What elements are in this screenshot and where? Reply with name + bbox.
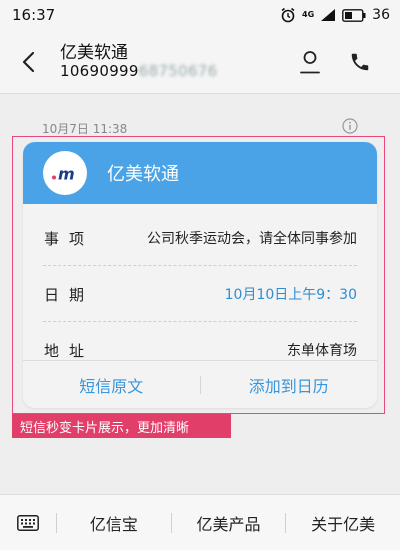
- row-label: 日期: [44, 286, 95, 304]
- keyboard-button[interactable]: [0, 495, 56, 550]
- add-to-calendar-button[interactable]: 添加到日历: [201, 373, 378, 397]
- keyboard-icon: [17, 514, 39, 531]
- contact-number: 1069099968750676: [60, 62, 218, 80]
- row-divider: [43, 265, 357, 266]
- brand-logo: m: [43, 151, 87, 195]
- contact-button[interactable]: [296, 48, 324, 76]
- row-label: 事项: [44, 230, 95, 248]
- call-button[interactable]: [346, 48, 374, 76]
- status-icons: 4G 36: [280, 7, 390, 23]
- menu-item-about[interactable]: 关于亿美: [286, 511, 400, 535]
- alarm-icon: [280, 7, 296, 23]
- contact-name: 亿美软通: [60, 43, 128, 63]
- promo-badge: 短信秒变卡片展示，更加清晰: [12, 414, 231, 438]
- menu-item-products[interactable]: 亿美产品: [172, 511, 286, 535]
- battery-icon: [342, 8, 366, 22]
- view-original-button[interactable]: 短信原文: [23, 373, 200, 397]
- card-header: m 亿美软通: [23, 142, 377, 204]
- menu-item-yixinbao[interactable]: 亿信宝: [57, 511, 171, 535]
- card-row-item: 事项 公司秋季运动会，请全体同事参加: [23, 216, 377, 266]
- message-card: m 亿美软通 事项 公司秋季运动会，请全体同事参加 日期 10月10日上午9：3…: [23, 142, 377, 408]
- signal-icon: [320, 8, 336, 22]
- battery-level: 36: [372, 7, 390, 23]
- status-bar: 16:37 4G 36: [0, 0, 400, 30]
- card-title: 亿美软通: [107, 164, 179, 185]
- row-divider: [43, 321, 357, 322]
- card-row-date: 日期 10月10日上午9：30: [23, 272, 377, 322]
- svg-text:m: m: [58, 165, 75, 181]
- date-link[interactable]: 10月10日上午9：30: [225, 284, 357, 304]
- bottom-menu-bar: 亿信宝 亿美产品 关于亿美: [0, 494, 400, 550]
- contact-number-blurred: 68750676: [138, 62, 218, 80]
- phone-icon: [351, 53, 369, 71]
- status-time: 16:37: [12, 6, 56, 24]
- back-button[interactable]: [14, 48, 42, 76]
- chevron-left-icon: [22, 51, 35, 73]
- info-icon[interactable]: [342, 118, 358, 134]
- row-value: 东单体育场: [287, 343, 357, 359]
- person-icon: [300, 51, 320, 74]
- card-actions: 短信原文 添加到日历: [23, 360, 377, 408]
- network-type: 4G: [302, 10, 315, 19]
- message-timestamp: 10月7日 11:38: [42, 122, 128, 136]
- conversation-header: 亿美软通 1069099968750676: [0, 30, 400, 94]
- row-value: 公司秋季运动会，请全体同事参加: [147, 231, 357, 247]
- card-body: 事项 公司秋季运动会，请全体同事参加 日期 10月10日上午9：30 地址 东单…: [23, 216, 377, 372]
- contact-number-visible: 10690999: [60, 62, 139, 80]
- row-label: 地址: [44, 342, 95, 360]
